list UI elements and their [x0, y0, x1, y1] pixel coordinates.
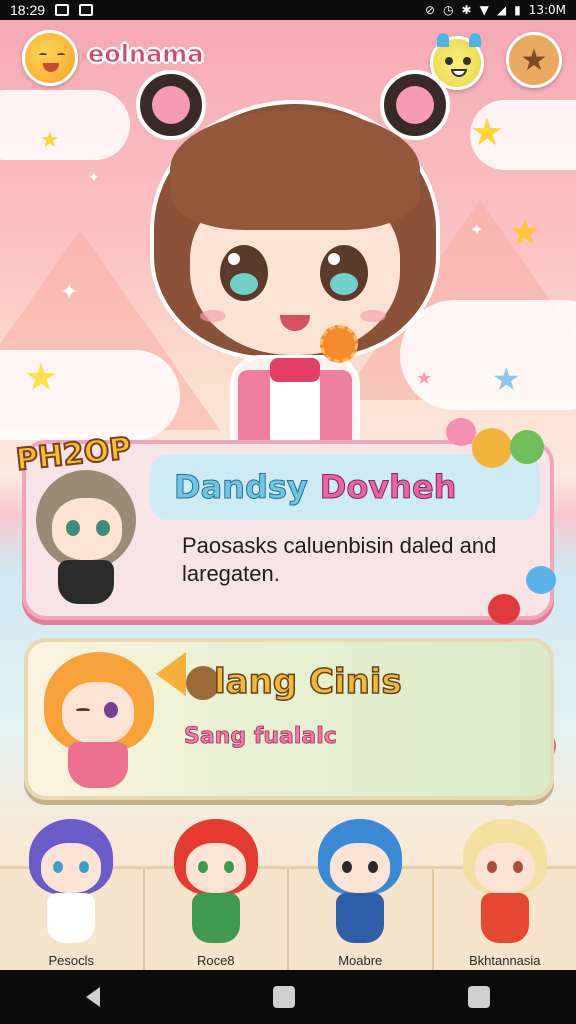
- signal-icon: ◢: [496, 3, 507, 17]
- star-icon: ★: [40, 128, 60, 153]
- chibi-eye: [223, 861, 234, 873]
- candy-icon: [472, 428, 512, 468]
- bluetooth-icon: ✱: [461, 3, 472, 17]
- roster-slot[interactable]: Bkhtannasia: [434, 819, 576, 970]
- event-title: lang Cinis: [213, 661, 402, 703]
- heart-icon: [526, 566, 556, 594]
- roster-name: Roce8: [196, 953, 235, 968]
- star-icon: ★: [508, 210, 543, 254]
- roster-character: [168, 819, 264, 949]
- roster-name: Pesocls: [48, 953, 95, 968]
- hero-eye: [220, 245, 268, 301]
- avatar-mouth: [43, 63, 59, 72]
- chibi-outfit: [191, 893, 240, 943]
- sparkle-icon: ✦: [470, 220, 484, 239]
- battery-icon: ▮: [514, 3, 521, 17]
- hero-bangs: [170, 110, 420, 230]
- roster-character: [23, 819, 119, 949]
- hero-blush: [360, 310, 386, 322]
- chibi-face: [474, 843, 535, 893]
- featured-title-part1: Dandsy: [174, 468, 309, 507]
- roster-slot[interactable]: Pesocls: [0, 819, 145, 970]
- chibi-eye: [486, 861, 497, 873]
- heart-icon: [446, 418, 476, 446]
- roster-character: [312, 819, 408, 949]
- chibi-eye: [197, 861, 208, 873]
- status-right-icons: ⊘ ◷ ✱ ▼ ◢ ▮ 13:0M: [425, 3, 566, 17]
- portrait-eye: [96, 520, 110, 536]
- system-nav-bar: [0, 970, 576, 1024]
- portrait-eye: [76, 708, 90, 712]
- chibi-eye: [368, 861, 379, 873]
- roster-name: Bkhtannasia: [468, 953, 541, 968]
- roster-name: Moabre: [338, 953, 383, 968]
- favorites-star-button[interactable]: ★: [506, 32, 562, 88]
- chibi-eye: [53, 861, 64, 873]
- hero-ear: [380, 70, 450, 140]
- cloud: [0, 90, 130, 160]
- star-icon: ★: [24, 355, 59, 399]
- hero-dress: [238, 370, 352, 450]
- sparkle-icon: ✦: [88, 170, 100, 186]
- username: eolnama: [87, 40, 204, 69]
- chibi-face: [185, 843, 246, 893]
- hero-bow: [270, 358, 320, 382]
- chibi-face: [330, 843, 391, 893]
- mascot-horn: [469, 33, 481, 47]
- status-left-icons: [55, 4, 94, 16]
- hero-eye: [320, 245, 368, 301]
- roster-slot[interactable]: Moabre: [289, 819, 434, 970]
- sparkle-icon: ✦: [60, 280, 79, 305]
- hero-character[interactable]: [130, 70, 460, 450]
- hero-blush: [200, 310, 226, 322]
- heart-icon: [488, 594, 520, 624]
- roster-character: [457, 819, 553, 949]
- star-icon: ★: [470, 110, 505, 154]
- recent-apps-icon[interactable]: [467, 986, 490, 1008]
- app-notification-icon: [79, 4, 94, 16]
- flower-icon: [320, 325, 358, 363]
- back-icon[interactable]: [86, 987, 101, 1007]
- featured-description: Paosasks caluenbisin daled and laregaten…: [182, 533, 497, 586]
- status-clock: 13:0M: [528, 3, 566, 17]
- megaphone-icon: [156, 652, 186, 696]
- profile-avatar[interactable]: [22, 30, 78, 86]
- avatar-eye: [57, 53, 65, 57]
- chibi-eye: [79, 861, 90, 873]
- portrait-face: [52, 498, 122, 560]
- portrait-eye: [66, 520, 80, 536]
- wifi-icon: ▼: [479, 3, 489, 17]
- character-roster: Pesocls Roce8 Moabre Bkhtannasia: [0, 819, 576, 970]
- alarm-icon: ◷: [443, 3, 454, 17]
- status-time: 18:29: [10, 2, 46, 18]
- star-icon: ★: [492, 360, 521, 398]
- featured-character-portrait: [26, 470, 154, 610]
- star-icon: ★: [520, 42, 548, 78]
- portrait-eye: [104, 702, 118, 718]
- mascot-eye: [463, 57, 471, 65]
- roster-slot[interactable]: Roce8: [145, 819, 289, 970]
- mascot-eye: [445, 57, 453, 65]
- portrait-dress: [58, 560, 114, 604]
- status-bar: 18:29 ⊘ ◷ ✱ ▼ ◢ ▮ 13:0M: [0, 0, 576, 20]
- chibi-eye: [512, 861, 523, 873]
- chibi-outfit: [47, 893, 96, 943]
- portrait-dress: [68, 742, 128, 788]
- avatar-eye: [39, 53, 47, 57]
- chibi-eye: [342, 861, 353, 873]
- featured-title-part2: Dovheh: [319, 468, 457, 507]
- chibi-outfit: [336, 893, 385, 943]
- portrait-face: [62, 682, 134, 744]
- event-subtitle: Sang fualalc: [184, 724, 338, 750]
- chibi-outfit: [480, 893, 529, 943]
- mascot-horn: [437, 33, 449, 47]
- home-icon[interactable]: [272, 986, 295, 1008]
- notification-icon: [55, 4, 70, 16]
- event-character-portrait: [38, 652, 158, 792]
- mute-icon: ⊘: [425, 3, 436, 17]
- clover-icon: [510, 430, 544, 464]
- chibi-face: [41, 843, 102, 893]
- hero-ear: [136, 70, 206, 140]
